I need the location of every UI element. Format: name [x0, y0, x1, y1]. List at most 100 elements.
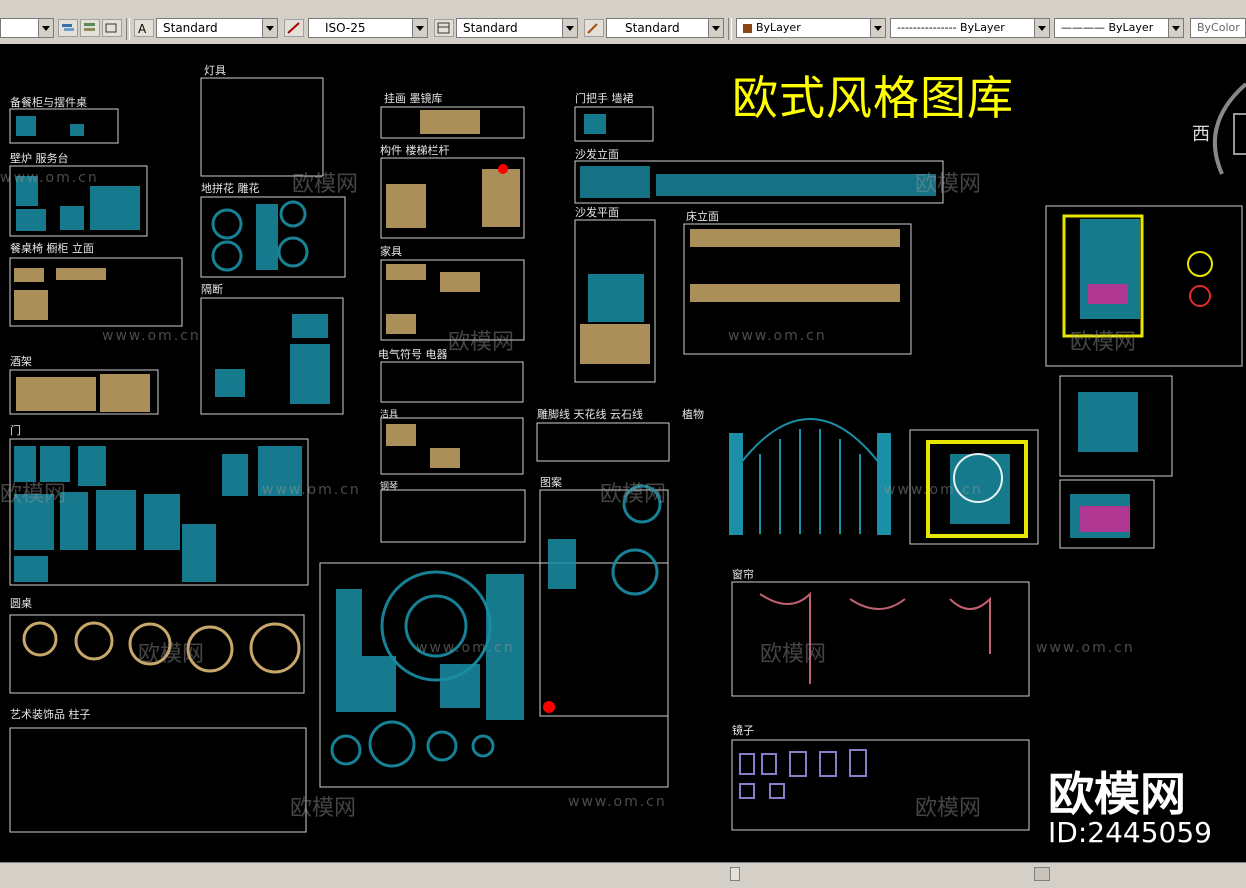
layer-properties-icon[interactable]	[58, 19, 78, 37]
chevron-down-icon[interactable]	[870, 19, 885, 37]
layer-previous-icon[interactable]	[102, 19, 122, 37]
watermark-id: ID:2445059	[1048, 816, 1212, 849]
lineweight-value: ———— ByLayer	[1061, 21, 1154, 34]
text-style-combo[interactable]: Standard	[156, 18, 278, 38]
label-moulding: 雕脚线 天花线 云石线	[537, 408, 643, 421]
chevron-down-icon[interactable]	[38, 19, 53, 37]
frame-electric	[380, 361, 524, 403]
workspace-combo[interactable]	[0, 18, 54, 38]
block-shape	[215, 369, 245, 397]
color-swatch-icon	[743, 23, 752, 33]
mirror	[769, 783, 785, 799]
block-shape	[144, 494, 180, 550]
lineweight-combo[interactable]: ———— ByLayer	[1054, 18, 1184, 38]
chevron-down-icon[interactable]	[562, 19, 577, 37]
multileader-style-combo[interactable]: Standard	[606, 18, 724, 38]
block-shape	[182, 524, 216, 582]
dim-style-combo[interactable]: ISO-25	[308, 18, 428, 38]
round-table	[249, 622, 301, 674]
mirror	[739, 753, 755, 775]
chevron-down-icon[interactable]	[1034, 19, 1049, 37]
label-electric: 电气符号 电器	[378, 348, 448, 361]
frame-moulding	[536, 422, 670, 462]
block-shape	[292, 314, 328, 338]
drawing-main-title: 欧式风格图库	[732, 71, 1014, 125]
block-shape	[222, 454, 248, 496]
linetype-value: --------------- ByLayer	[897, 21, 1005, 34]
multileader-style-value: Standard	[625, 21, 680, 35]
label-sanitary: 洁具	[380, 410, 399, 420]
block-shape	[60, 206, 84, 230]
elev-magenta-panel	[1080, 506, 1130, 532]
block-shape	[70, 124, 84, 136]
block-shape	[56, 268, 106, 280]
scroll-left-button[interactable]	[730, 867, 740, 881]
block-shape	[690, 229, 900, 247]
plot-style-combo[interactable]: ByColor	[1190, 18, 1246, 38]
block-shape	[420, 110, 480, 134]
block-shape	[584, 114, 606, 134]
watermark-brand: 欧模网	[915, 172, 982, 197]
block-shape	[580, 166, 650, 198]
table-style-icon[interactable]	[434, 19, 454, 37]
block-shape	[16, 116, 36, 136]
watermark-brand: 欧模网	[292, 172, 359, 197]
text-style-icon[interactable]: A	[134, 19, 154, 37]
rosette	[471, 734, 495, 758]
round-table	[22, 621, 58, 657]
chevron-down-icon[interactable]	[262, 19, 277, 37]
watermark-brand: 欧模网	[600, 482, 667, 507]
toolbar-separator	[728, 18, 732, 40]
label-pattern: 图案	[540, 476, 562, 489]
linetype-combo[interactable]: --------------- ByLayer	[890, 18, 1050, 38]
mirror	[849, 749, 867, 777]
rosette	[330, 734, 362, 766]
scroll-thumb[interactable]	[1034, 867, 1050, 881]
mirror	[789, 751, 807, 777]
toolbar-separator	[126, 18, 130, 40]
dim-style-icon[interactable]	[284, 19, 304, 37]
label-sofa-plan: 沙发平面	[575, 206, 619, 219]
red-marker	[543, 701, 555, 713]
mirror	[819, 751, 837, 777]
label-sideboard: 备餐柜与摆件桌	[10, 96, 87, 109]
block-shape	[1078, 392, 1138, 452]
watermark-site: www.om.cn	[0, 170, 99, 186]
label-wine: 酒架	[10, 355, 32, 368]
chevron-down-icon[interactable]	[1168, 19, 1183, 37]
block-shape	[580, 324, 650, 364]
label-fireplace: 壁炉 服务台	[10, 152, 69, 165]
watermark-site: www.om.cn	[1036, 640, 1135, 656]
block-shape	[440, 664, 480, 708]
multileader-style-icon[interactable]	[584, 19, 604, 37]
watermark-brand: 欧模网	[915, 796, 982, 821]
frame-piano	[380, 489, 526, 543]
block-shape	[440, 272, 480, 292]
watermark-site: www.om.cn	[102, 328, 201, 344]
drawing-canvas[interactable]: 欧式风格图库 西 备餐柜与摆件桌 壁炉 服务台 餐桌椅 橱柜 立面 酒架 门 圆…	[0, 44, 1246, 862]
block-shape	[16, 209, 46, 231]
text-style-value: Standard	[163, 21, 218, 35]
mirror	[739, 783, 755, 799]
curtain	[949, 596, 991, 654]
rosette	[277, 236, 309, 268]
horizontal-scrollbar[interactable]	[0, 862, 1246, 888]
watermark-brand-large: 欧模网	[1048, 767, 1186, 821]
elev-magenta-panel	[1088, 284, 1128, 304]
mirror-drawing	[739, 749, 867, 799]
red-marker	[498, 164, 508, 174]
label-sofa-elev: 沙发立面	[575, 148, 619, 161]
chevron-down-icon[interactable]	[708, 19, 723, 37]
label-paintings: 挂画 墨镜库	[384, 92, 443, 105]
label-bed: 床立面	[686, 210, 719, 223]
watermark-site: www.om.cn	[416, 640, 515, 656]
table-style-combo[interactable]: Standard	[456, 18, 578, 38]
label-piano: 钢琴	[380, 482, 399, 492]
layer-state-icon[interactable]	[80, 19, 100, 37]
color-combo[interactable]: ByLayer	[736, 18, 886, 38]
chevron-down-icon[interactable]	[412, 19, 427, 37]
watermark-brand: 欧模网	[760, 642, 827, 667]
label-art: 艺术装饰品 柱子	[10, 708, 91, 721]
block-shape	[290, 344, 330, 404]
block-shape	[96, 490, 136, 550]
